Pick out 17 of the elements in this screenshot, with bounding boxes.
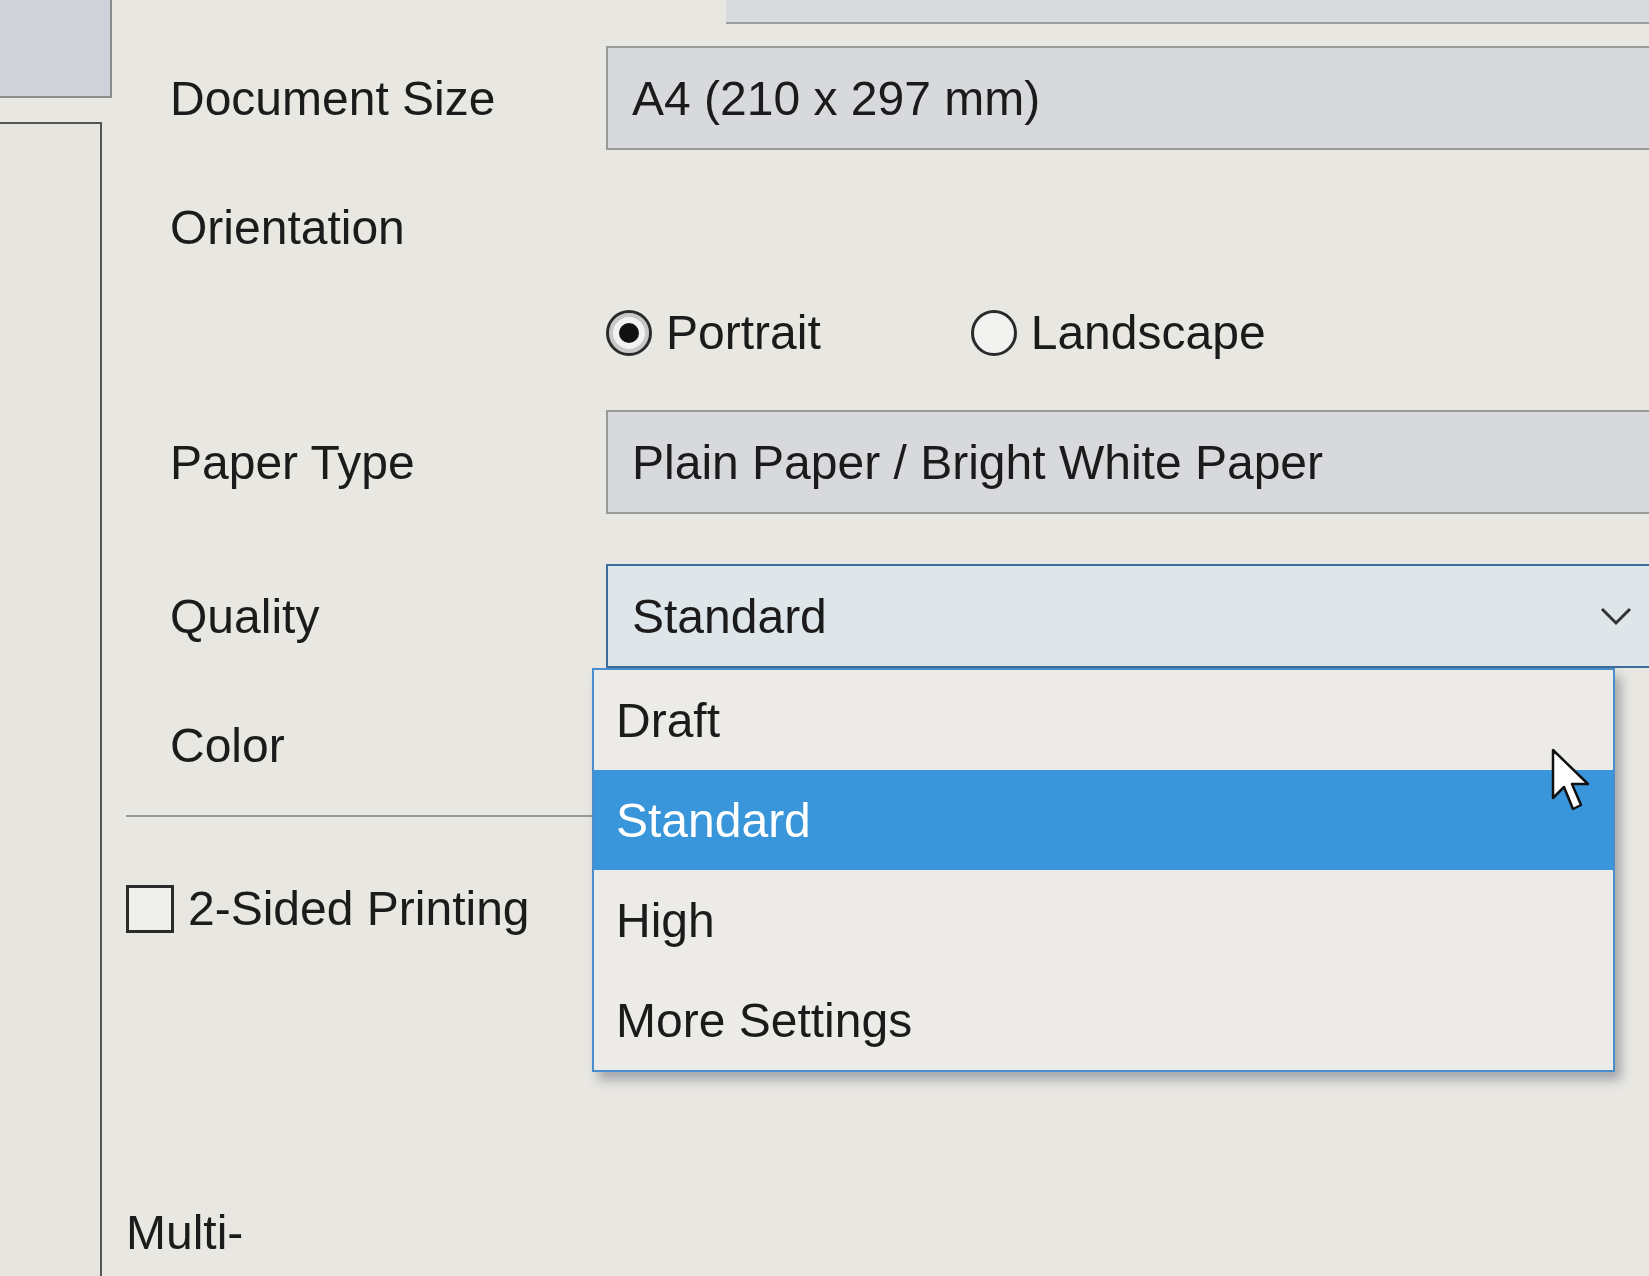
radio-option[interactable]: Landscape (970, 305, 1266, 360)
radio-option[interactable]: Portrait (606, 305, 821, 360)
dropdown-field[interactable]: Standard (606, 564, 1649, 668)
cursor-icon (1551, 748, 1591, 812)
dropdown-option[interactable]: Draft (594, 670, 1613, 770)
dropdown-field[interactable]: Plain Paper / Bright White Paper (606, 410, 1649, 514)
section-label: Multi- (126, 1205, 244, 1260)
field-label: Orientation (170, 200, 405, 255)
field-label: Quality (170, 588, 320, 644)
dropdown-field[interactable]: A4 (210 x 297 mm) (606, 46, 1649, 150)
dropdown-option[interactable]: High (594, 870, 1613, 970)
chevron-icon (1599, 606, 1633, 626)
field-label: Document Size (170, 70, 496, 126)
checkbox-option[interactable]: 2-Sided Printing (126, 881, 530, 936)
field-label: Color (170, 718, 285, 773)
dropdown-option[interactable]: More Settings (594, 970, 1613, 1070)
field-label: Paper Type (170, 434, 415, 490)
